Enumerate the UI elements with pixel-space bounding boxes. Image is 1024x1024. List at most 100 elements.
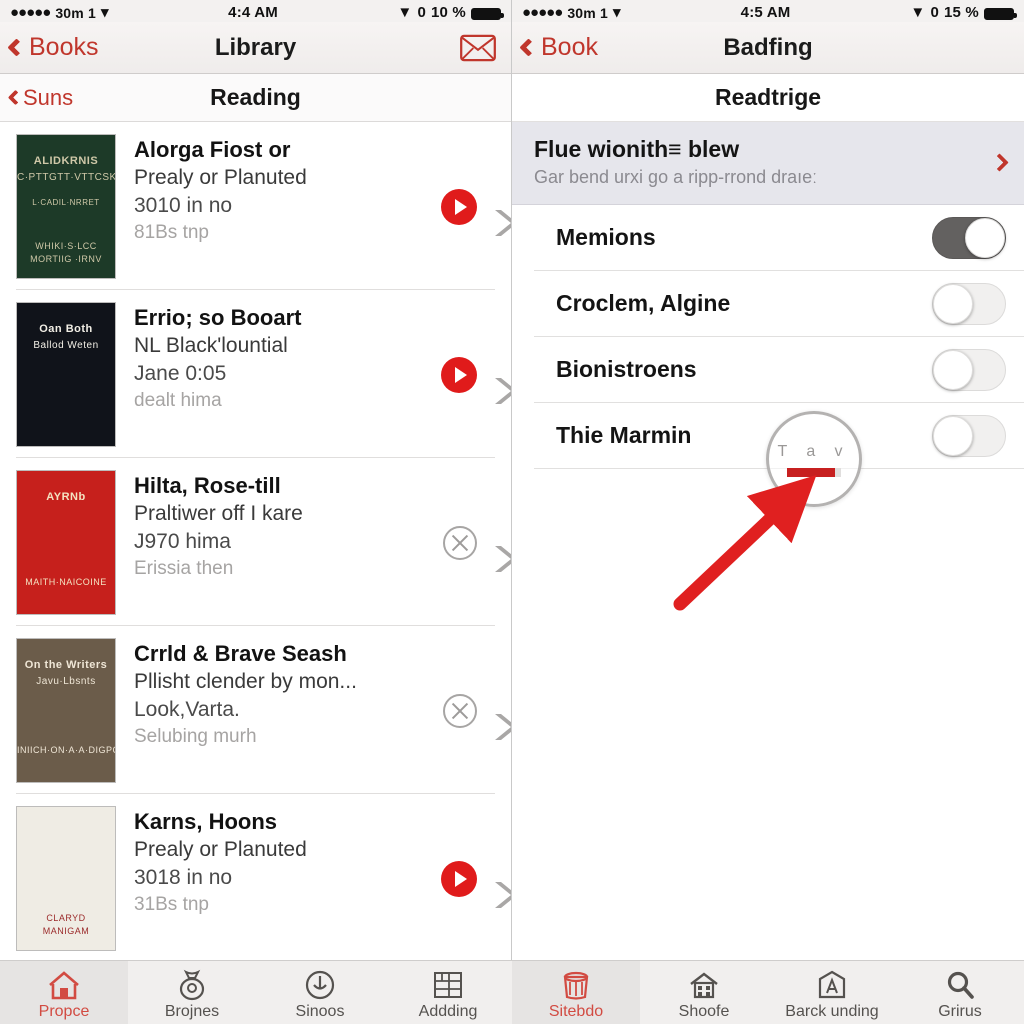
settings-banner[interactable]: Flue wionith≡ blew Gar bend urхi go a ri… (512, 122, 1024, 205)
book-list[interactable]: ALIDKRNIS C·PTTGTT·VTTCSKKI L·CADIL·NRRET W… (0, 122, 511, 1024)
toggle-switch[interactable] (932, 414, 1006, 457)
chevron-right-icon (990, 152, 1009, 172)
book-row[interactable]: ALIDKRNIS C·PTTGTT·VTTCSKKI L·CADIL·NRRET W… (16, 122, 511, 290)
book-row[interactable]: CLARYD MANIGAM Karns, Hoons Prealy or Planu… (16, 794, 511, 962)
settings-row[interactable]: Memions (534, 205, 1024, 271)
claryd-manigam-cover[interactable]: CLARYD MANIGAM (16, 806, 116, 951)
book-actions (385, 860, 511, 908)
cover-foot-text: MAITH·NAICOINE (25, 576, 107, 587)
settings-banner-detail: Gar bend urхi go a ripp-rrond draıeː (534, 167, 818, 187)
book-line4: 31Bs tnp (134, 894, 209, 916)
play-icon[interactable] (441, 188, 477, 225)
toggle-switch[interactable] (932, 282, 1006, 325)
book-subtitle: Pllisht clender by mon... (134, 669, 357, 693)
chevron-left-icon (7, 38, 26, 57)
back-button-book[interactable]: Book (512, 33, 598, 62)
chevron-left-icon (519, 38, 538, 57)
mail-button[interactable] (459, 34, 511, 62)
book-row[interactable]: AYRNb MAITH·NAICOINE Hilta, Rose-till Pralt… (16, 458, 511, 626)
back-button-label: Books (29, 33, 99, 61)
status-bar-right: ●●●●● 30m 1 ▾ 4:5 AM ▼ 0 15 % (512, 0, 1024, 22)
bottom-tab-bar[interactable]: Propce Brojnes Sinoos Addding Sitebdo Shoofe B… (0, 960, 1024, 1024)
layout-grid-icon (432, 967, 464, 1003)
wifi-icon: ▾ (101, 4, 109, 21)
cover-foot-text: CLARYD (46, 912, 86, 923)
book-subtitle: NL Black'lountial (134, 333, 288, 357)
on-the-writers-cover[interactable]: On the Writers Javu·Lbsnts INIICH·ON·A·A·D… (16, 638, 116, 783)
cover-sub-text: C·PTTGTT·VTTCSKKI (17, 172, 116, 184)
book-meta: Crrld & Brave Seash Pllisht clender by mo… (134, 638, 385, 751)
back-button-suns[interactable]: Suns (0, 85, 73, 111)
carrier-label: 30m 1 (567, 5, 609, 21)
oan-both-cover[interactable]: Oan Both Ballod Weten (16, 302, 116, 447)
cover-title-text: Oan Both (39, 323, 93, 336)
tab-propce[interactable]: Propce (0, 961, 128, 1024)
cover-title-text: On the Writers (24, 659, 108, 672)
chevron-left-icon (7, 89, 24, 106)
signal-dots-icon: ●●●●● (10, 4, 51, 21)
book-line3: Look,Varta. (134, 697, 240, 721)
book-line3: J970 hima (134, 529, 231, 553)
right-navbar: Book Badfing (512, 22, 1024, 74)
tab-sitebdo[interactable]: Sitebdo (512, 961, 640, 1024)
ayrnb-cover[interactable]: AYRNb MAITH·NAICOINE (16, 470, 116, 615)
book-meta: Karns, Hoons Prealy or Planuted 3018 in no… (134, 806, 385, 919)
tab-barck-unding[interactable]: Barck unding (768, 961, 896, 1024)
settings-row[interactable]: Thie Marmin (534, 403, 1024, 469)
settings-row[interactable]: Bionistroens (534, 337, 1024, 403)
close-circle-icon[interactable] (443, 693, 477, 728)
tag-a-icon (817, 967, 847, 1003)
settings-row-label: Bionistroens (556, 356, 697, 382)
moneybag-icon (177, 967, 207, 1003)
wifi-icon: ▾ (613, 4, 621, 21)
cover-foot-text: WHIKI·S·LCC (35, 240, 97, 251)
back-button-books[interactable]: Books (0, 33, 98, 62)
toggle-switch[interactable] (932, 348, 1006, 391)
tab-label: Addding (418, 1003, 478, 1020)
tab-grirus[interactable]: Grirus (896, 961, 1024, 1024)
left-subheader: Suns Reading (0, 74, 511, 122)
search-icon (945, 967, 975, 1003)
book-meta: Errio; so Booart NL Black'lountial Jane 0:… (134, 302, 385, 415)
tab-brojnes[interactable]: Brojnes (128, 961, 256, 1024)
status-bar-left: ●●●●● 30m 1 ▾ 4:4 AM ▼ 0 10 % (0, 0, 511, 22)
alidkrnis-cover[interactable]: ALIDKRNIS C·PTTGTT·VTTCSKKI L·CADIL·NRRET W… (16, 134, 116, 279)
book-title: Errio; so Booart (134, 305, 302, 330)
clock-label: 4:5 AM (740, 4, 791, 21)
book-title: Crrld & Brave Seash (134, 641, 347, 666)
book-row[interactable]: On the Writers Javu·Lbsnts INIICH·ON·A·A·D… (16, 626, 511, 794)
cover-foot2-text: MORTIIG ·IRNV (30, 253, 102, 264)
settings-row[interactable]: Croclem, Algine (534, 271, 1024, 337)
toggle-switch[interactable] (932, 216, 1006, 259)
tab-label: Sitebdo (548, 1003, 604, 1020)
tab-sinoos[interactable]: Sinoos (256, 961, 384, 1024)
book-title: Hilta, Rose-till (134, 473, 281, 498)
book-meta: Alorga Fiost or Prealy or Planuted 3010 in… (134, 134, 385, 247)
signal-dots-icon: ●●●●● (522, 4, 563, 21)
settings-row-label: Thie Marmin (556, 422, 692, 448)
building-icon (688, 967, 720, 1003)
section-title-readtrige: Readtrige (714, 84, 822, 110)
tab-shoofe[interactable]: Shoofe (640, 961, 768, 1024)
book-title: Alorga Fiost or (134, 137, 291, 162)
sub-back-label: Suns (23, 84, 74, 110)
battery-percent: 10 % (430, 4, 466, 21)
settings-list: Flue wionith≡ blew Gar bend urхi go a ri… (512, 122, 1024, 469)
book-subtitle: Prealy or Planuted (134, 165, 307, 189)
book-line3: 3010 in no (134, 193, 233, 217)
tab-label: Barck unding (785, 1003, 879, 1020)
settings-banner-text: Flue wionith≡ blew Gar bend urхi go a ri… (534, 136, 979, 188)
cover-title-text: ALIDKRNIS (33, 155, 99, 168)
home-icon (47, 967, 81, 1003)
battery-prefix: 0 (930, 4, 939, 21)
play-icon[interactable] (441, 356, 477, 393)
toggle-knob (965, 217, 1005, 258)
close-circle-icon[interactable] (443, 525, 477, 560)
settings-row-label: Memions (556, 224, 656, 250)
left-panel: ●●●●● 30m 1 ▾ 4:4 AM ▼ 0 10 % Books Libr… (0, 0, 512, 1024)
cover-sub2-text: L·CADIL·NRRET (32, 197, 100, 207)
book-row[interactable]: Oan Both Ballod Weten Errio; so Booart NL B… (16, 290, 511, 458)
play-icon[interactable] (441, 860, 477, 897)
settings-banner-title: Flue wionith≡ blew (534, 136, 740, 162)
tab-addding[interactable]: Addding (384, 961, 512, 1024)
